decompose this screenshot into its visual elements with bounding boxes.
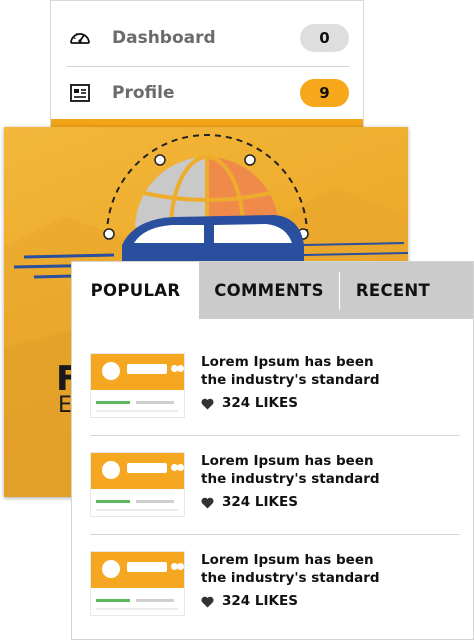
banner-subheading: E xyxy=(58,393,72,418)
menu-item-label: Profile xyxy=(112,83,175,103)
tab-popular[interactable]: POPULAR xyxy=(72,262,199,319)
posts-tabs-card: POPULAR COMMENTS RECENT Lorem Ipsum has … xyxy=(71,261,474,640)
post-list-item[interactable]: Lorem Ipsum has been the industry's stan… xyxy=(90,436,460,535)
heart-icon[interactable] xyxy=(201,496,214,509)
post-title[interactable]: Lorem Ipsum has been the industry's stan… xyxy=(201,452,401,488)
count-badge: 0 xyxy=(300,23,349,52)
likes-count: 324 LIKES xyxy=(222,494,298,510)
post-list-item[interactable]: Lorem Ipsum has been the industry's stan… xyxy=(90,337,460,436)
post-thumbnail[interactable] xyxy=(90,452,185,517)
post-thumbnail[interactable] xyxy=(90,551,185,616)
likes-count: 324 LIKES xyxy=(222,395,298,411)
dashboard-menu-card: Dashboard 0 Profile 9 xyxy=(50,0,364,140)
menu-item-label: Dashboard xyxy=(112,27,216,48)
profile-card-icon xyxy=(67,80,93,106)
tab-comments[interactable]: COMMENTS xyxy=(199,262,339,319)
count-badge: 9 xyxy=(300,79,349,107)
post-title[interactable]: Lorem Ipsum has been the industry's stan… xyxy=(201,353,401,389)
speedometer-icon xyxy=(67,25,93,51)
likes-count: 324 LIKES xyxy=(222,593,298,609)
menu-item-profile[interactable]: Profile 9 xyxy=(67,65,349,121)
post-list-item[interactable]: Lorem Ipsum has been the industry's stan… xyxy=(90,535,460,634)
post-thumbnail[interactable] xyxy=(90,353,185,418)
post-title[interactable]: Lorem Ipsum has been the industry's stan… xyxy=(201,551,401,587)
tab-bar: POPULAR COMMENTS RECENT xyxy=(72,262,473,319)
menu-item-dashboard[interactable]: Dashboard 0 xyxy=(67,9,349,67)
heart-icon[interactable] xyxy=(201,595,214,608)
tab-recent[interactable]: RECENT xyxy=(340,262,446,319)
heart-icon[interactable] xyxy=(201,397,214,410)
